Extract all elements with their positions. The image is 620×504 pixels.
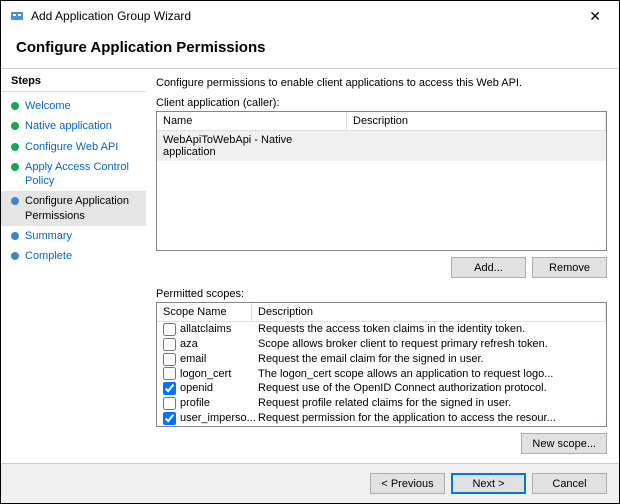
step-label: Configure Application Permissions: [25, 194, 136, 223]
scope-checkbox[interactable]: [163, 412, 176, 425]
scope-desc: Request profile related claims for the s…: [258, 396, 602, 411]
client-section-label: Client application (caller):: [156, 97, 607, 109]
sidebar-step-0[interactable]: Welcome: [1, 96, 146, 116]
scope-desc: Scope allows broker client to request pr…: [258, 337, 602, 352]
client-row-desc: [347, 131, 606, 161]
step-dot-icon: [11, 143, 19, 151]
scope-checkbox[interactable]: [163, 367, 176, 380]
scope-desc: Request use of the OpenID Connect author…: [258, 381, 602, 396]
sidebar-step-1[interactable]: Native application: [1, 116, 146, 136]
main-panel: Configure permissions to enable client a…: [146, 69, 619, 469]
client-application-list[interactable]: Name Description WebApiToWebApi - Native…: [156, 111, 607, 251]
page-title: Configure Application Permissions: [16, 39, 604, 56]
scope-row[interactable]: user_imperso...Request permission for th…: [157, 411, 606, 426]
permitted-scopes-list[interactable]: Scope Name Description allatclaimsReques…: [156, 302, 607, 427]
scope-col-description[interactable]: Description: [252, 303, 606, 321]
client-row[interactable]: WebApiToWebApi - Native application: [157, 131, 606, 161]
scope-row[interactable]: vpn_certThe vpn_cert scope allows an app…: [157, 426, 606, 427]
scope-name: vpn_cert: [180, 426, 258, 427]
remove-button[interactable]: Remove: [532, 257, 607, 278]
client-list-header: Name Description: [157, 112, 606, 131]
step-label: Configure Web API: [25, 140, 118, 154]
add-button[interactable]: Add...: [451, 257, 526, 278]
step-dot-icon: [11, 197, 19, 205]
sidebar-step-6[interactable]: Complete: [1, 246, 146, 266]
sidebar-step-3[interactable]: Apply Access Control Policy: [1, 157, 146, 192]
steps-heading: Steps: [1, 75, 146, 92]
step-dot-icon: [11, 252, 19, 260]
scope-name: logon_cert: [180, 367, 258, 382]
step-dot-icon: [11, 163, 19, 171]
scope-name: profile: [180, 396, 258, 411]
scope-row[interactable]: logon_certThe logon_cert scope allows an…: [157, 367, 606, 382]
scope-row[interactable]: allatclaimsRequests the access token cla…: [157, 322, 606, 337]
step-dot-icon: [11, 122, 19, 130]
title-bar: Add Application Group Wizard ✕: [1, 1, 619, 31]
sidebar-step-4[interactable]: Configure Application Permissions: [1, 191, 146, 226]
step-label: Welcome: [25, 99, 71, 113]
step-dot-icon: [11, 102, 19, 110]
intro-text: Configure permissions to enable client a…: [156, 77, 607, 89]
wizard-footer: < Previous Next > Cancel: [1, 463, 619, 503]
scope-list-header: Scope Name Description: [157, 303, 606, 322]
scope-row[interactable]: emailRequest the email claim for the sig…: [157, 352, 606, 367]
previous-button[interactable]: < Previous: [370, 473, 445, 494]
scope-desc: The vpn_cert scope allows an application…: [258, 426, 602, 427]
sidebar-step-5[interactable]: Summary: [1, 226, 146, 246]
scope-name: openid: [180, 381, 258, 396]
scope-desc: The logon_cert scope allows an applicati…: [258, 367, 602, 382]
scope-row[interactable]: openidRequest use of the OpenID Connect …: [157, 381, 606, 396]
scope-checkbox[interactable]: [163, 323, 176, 336]
step-dot-icon: [11, 232, 19, 240]
scope-name: user_imperso...: [180, 411, 258, 426]
page-header: Configure Application Permissions: [1, 31, 619, 69]
step-label: Native application: [25, 119, 112, 133]
client-col-description[interactable]: Description: [347, 112, 606, 130]
scope-col-name[interactable]: Scope Name: [157, 303, 252, 321]
scope-checkbox[interactable]: [163, 338, 176, 351]
scope-checkbox[interactable]: [163, 382, 176, 395]
cancel-button[interactable]: Cancel: [532, 473, 607, 494]
sidebar-step-2[interactable]: Configure Web API: [1, 137, 146, 157]
scope-row[interactable]: profileRequest profile related claims fo…: [157, 396, 606, 411]
scope-name: email: [180, 352, 258, 367]
scopes-label: Permitted scopes:: [156, 288, 607, 300]
scope-desc: Request permission for the application t…: [258, 411, 602, 426]
scope-desc: Requests the access token claims in the …: [258, 322, 602, 337]
next-button[interactable]: Next >: [451, 473, 526, 494]
step-label: Summary: [25, 229, 72, 243]
step-label: Apply Access Control Policy: [25, 160, 136, 189]
client-col-name[interactable]: Name: [157, 112, 347, 130]
scope-name: allatclaims: [180, 322, 258, 337]
scope-checkbox[interactable]: [163, 353, 176, 366]
steps-sidebar: Steps Welcome Native application Configure…: [1, 69, 146, 469]
client-row-name: WebApiToWebApi - Native application: [157, 131, 347, 161]
close-icon[interactable]: ✕: [579, 4, 611, 29]
scope-desc: Request the email claim for the signed i…: [258, 352, 602, 367]
scope-checkbox[interactable]: [163, 397, 176, 410]
app-icon: [9, 8, 25, 24]
step-label: Complete: [25, 249, 72, 263]
new-scope-button[interactable]: New scope...: [521, 433, 607, 454]
scope-row[interactable]: azaScope allows broker client to request…: [157, 337, 606, 352]
scope-name: aza: [180, 337, 258, 352]
window-title: Add Application Group Wizard: [31, 9, 191, 23]
